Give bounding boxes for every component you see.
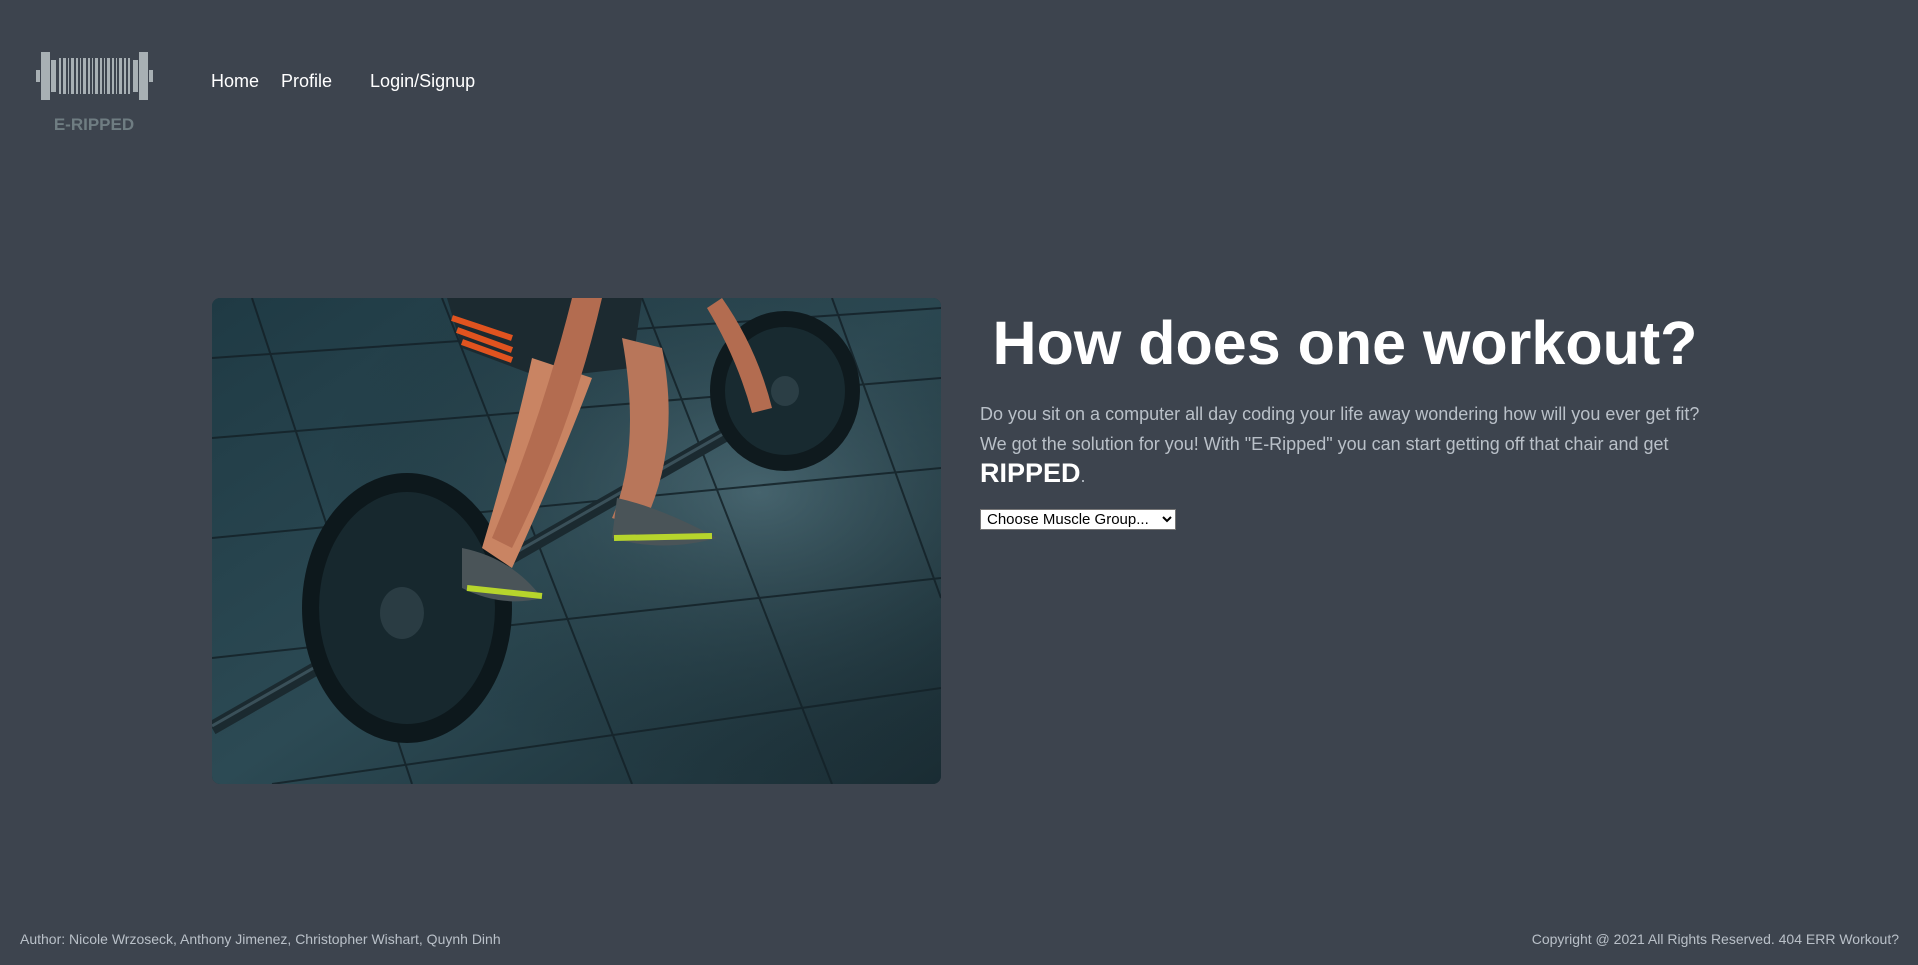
nav-login-signup-link[interactable]: Login/Signup [370, 70, 475, 92]
ripped-emphasis: RIPPED [980, 458, 1081, 488]
main-nav: Home Profile Login/Signup [211, 70, 475, 92]
logo-text: E-RIPPED [54, 115, 134, 134]
footer-author: Author: Nicole Wrzoseck, Anthony Jimenez… [20, 931, 501, 947]
barbell-barcode-logo-icon: E-RIPPED [36, 52, 153, 134]
hero-title: How does one workout? [992, 309, 1698, 377]
hero-text-line-2: We got the solution for you! With "E-Rip… [980, 433, 1669, 454]
nav-profile-link[interactable]: Profile [281, 70, 332, 92]
hero-image [212, 298, 941, 784]
hero-text-line-1: Do you sit on a computer all day coding … [980, 404, 1700, 424]
hero-description: Do you sit on a computer all day coding … [980, 400, 1720, 492]
footer-copyright: Copyright @ 2021 All Rights Reserved. 40… [1531, 931, 1899, 947]
logo[interactable]: E-RIPPED [36, 46, 158, 138]
barbell-lift-photo [212, 298, 941, 784]
hero-period: . [1080, 466, 1086, 486]
muscle-group-select[interactable]: Choose Muscle Group... [980, 509, 1176, 530]
nav-home-link[interactable]: Home [211, 70, 259, 92]
page: E-RIPPED Home Profile Login/Signup How d… [0, 0, 1918, 965]
